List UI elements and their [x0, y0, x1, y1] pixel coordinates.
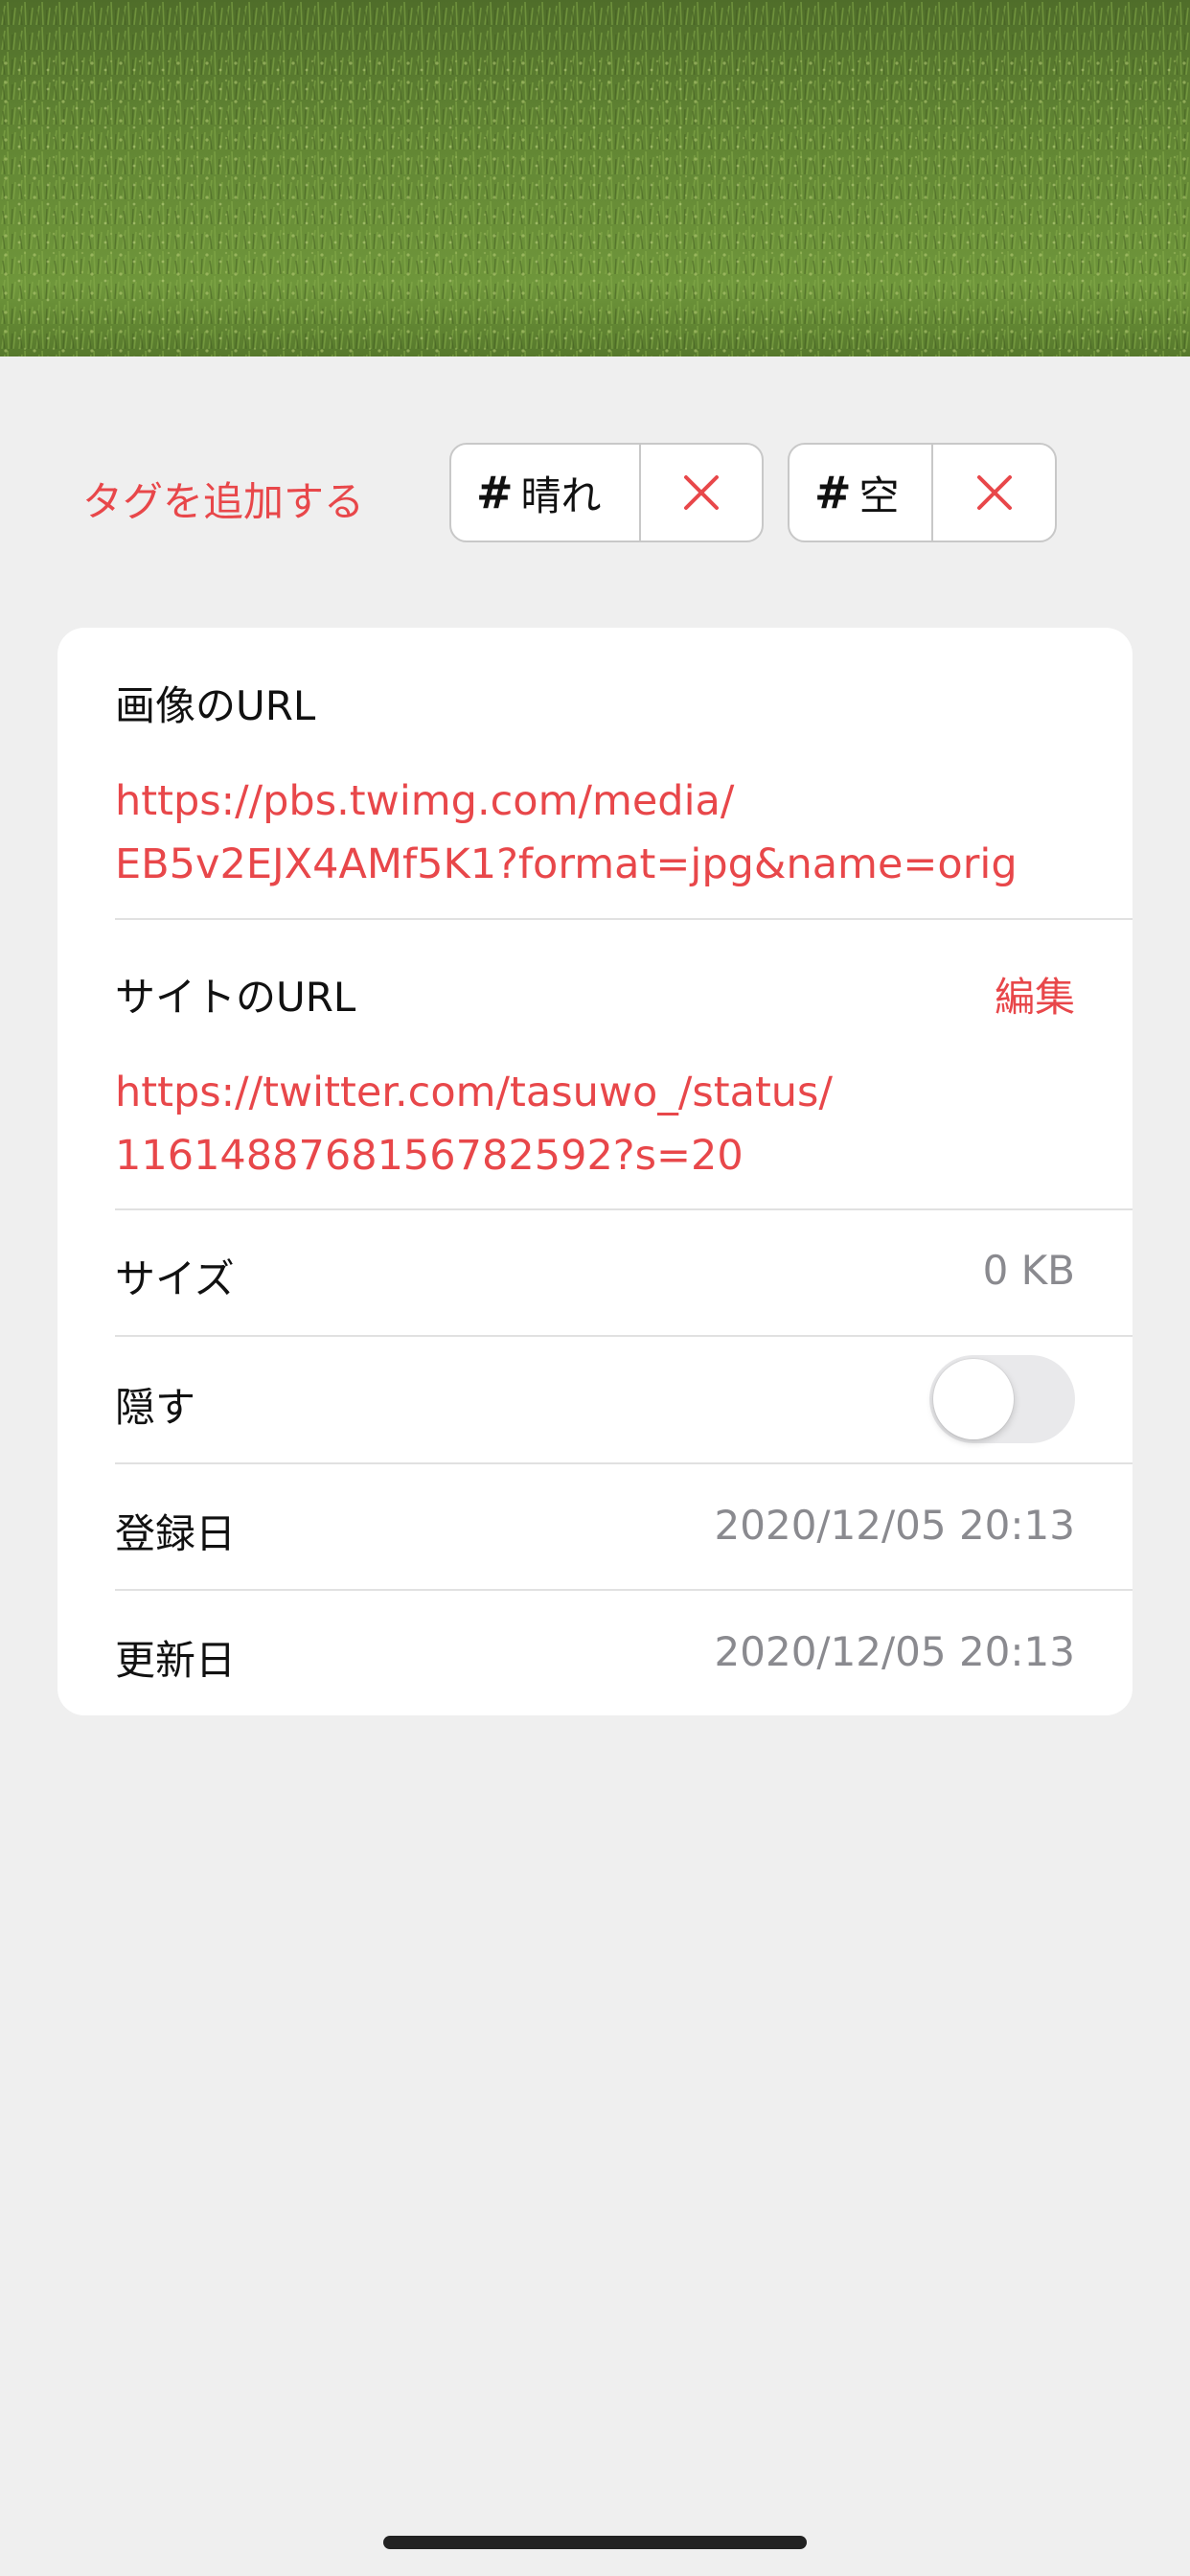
site-url-link[interactable]: https://twitter.com/tasuwo_/status/ 1161… — [115, 1061, 1083, 1187]
close-icon — [976, 475, 1012, 510]
add-tag-button[interactable]: タグを追加する — [82, 470, 364, 528]
rice-field-photo — [0, 0, 1190, 356]
divider — [115, 1589, 1133, 1591]
tag-chip: # 晴れ — [449, 443, 764, 542]
details-card: 画像のURL https://pbs.twimg.com/media/ EB5v… — [57, 628, 1133, 1715]
divider — [115, 918, 1133, 920]
edit-site-url-button[interactable]: 編集 — [995, 965, 1075, 1024]
updated-value: 2020/12/05 20:13 — [714, 1628, 1075, 1675]
toggle-knob — [933, 1359, 1014, 1439]
hero-image — [0, 0, 1190, 356]
site-url-label: サイトのURL — [115, 974, 356, 1021]
tag-name: 晴れ — [520, 472, 602, 519]
image-url-label: 画像のURL — [115, 682, 316, 729]
updated-label: 更新日 — [115, 1637, 237, 1684]
remove-tag-button[interactable] — [931, 445, 1055, 540]
divider — [115, 1335, 1133, 1337]
hash-icon: # — [814, 467, 852, 518]
tag-chip-label[interactable]: # 空 — [790, 445, 931, 540]
size-label: サイズ — [115, 1255, 235, 1302]
size-value: 0 KB — [982, 1247, 1075, 1294]
site-url-line2: 1161488768156782592?s=20 — [115, 1132, 744, 1180]
divider — [115, 1462, 1133, 1464]
image-url-line2: EB5v2EJX4AMf5K1?format=jpg&name=orig — [115, 840, 1018, 888]
registered-label: 登録日 — [115, 1510, 237, 1557]
hash-icon: # — [476, 467, 514, 518]
image-url-link[interactable]: https://pbs.twimg.com/media/ EB5v2EJX4AM… — [115, 770, 1083, 896]
divider — [115, 1208, 1133, 1210]
home-indicator[interactable] — [383, 2536, 807, 2549]
tag-chip-label[interactable]: # 晴れ — [451, 445, 639, 540]
tag-row: タグを追加する # 晴れ # 空 — [0, 443, 1190, 544]
tag-name: 空 — [858, 472, 900, 519]
registered-value: 2020/12/05 20:13 — [714, 1502, 1075, 1549]
image-url-line1: https://pbs.twimg.com/media/ — [115, 777, 735, 825]
hide-toggle[interactable] — [929, 1355, 1075, 1443]
close-icon — [684, 475, 719, 510]
site-url-line1: https://twitter.com/tasuwo_/status/ — [115, 1069, 833, 1116]
remove-tag-button[interactable] — [639, 445, 762, 540]
hide-label: 隠す — [115, 1384, 196, 1431]
tag-chip: # 空 — [788, 443, 1057, 542]
